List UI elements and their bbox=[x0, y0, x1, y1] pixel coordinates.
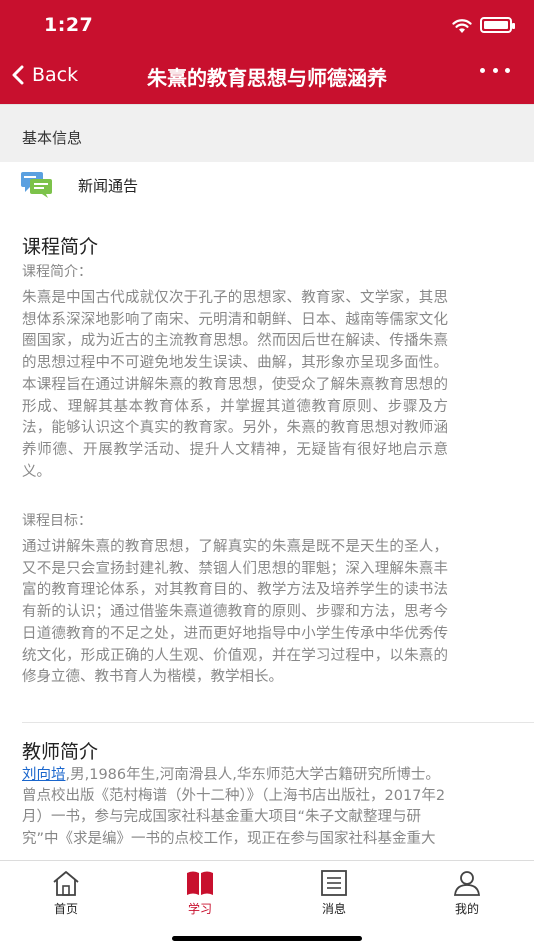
tab-study-label: 学习 bbox=[187, 902, 212, 916]
top-bar: 1:27 Back 朱熹的教育思想与师德涵养 bbox=[0, 0, 534, 104]
more-dot-icon bbox=[505, 68, 510, 73]
more-dot-icon bbox=[492, 68, 498, 73]
course-intro-subtitle: 课程简介： bbox=[22, 264, 92, 280]
tab-profile[interactable]: 我的 bbox=[427, 869, 507, 917]
profile-icon bbox=[454, 871, 480, 896]
content-area[interactable]: 基本信息 新闻通告 课程简介 课程简介： 朱熹是中国古代成就仅次于孔子的思想家、… bbox=[0, 104, 534, 860]
teacher-name-link[interactable]: 刘向培 bbox=[22, 767, 66, 783]
tab-messages-label: 消息 bbox=[321, 902, 346, 916]
course-intro-heading: 课程简介 bbox=[22, 236, 99, 258]
chat-bubbles-icon bbox=[21, 172, 52, 198]
tab-messages[interactable]: 消息 bbox=[294, 869, 374, 917]
news-row[interactable]: 新闻通告 bbox=[0, 162, 534, 210]
course-goal-text: 通过讲解朱熹的教育思想，了解真实的朱熹是既不是天生的圣人，又不是只会宣扬封建礼教… bbox=[22, 539, 448, 686]
course-goal-subtitle: 课程目标： bbox=[22, 513, 92, 529]
status-time: 1:27 bbox=[44, 14, 94, 36]
tab-study[interactable]: 学习 bbox=[160, 869, 240, 917]
status-bar: 1:27 bbox=[0, 0, 534, 50]
tab-home-label: 首页 bbox=[53, 902, 78, 916]
basic-info-header: 基本信息 bbox=[0, 104, 534, 162]
message-icon bbox=[321, 870, 347, 896]
course-intro-text: 朱熹是中国古代成就仅次于孔子的思想家、教育家、文学家，其思想体系深深地影响了南宋… bbox=[22, 290, 448, 480]
page-title: 朱熹的教育思想与师德涵养 bbox=[147, 66, 387, 90]
more-options-button[interactable] bbox=[480, 68, 510, 78]
basic-info-label: 基本信息 bbox=[22, 129, 83, 147]
book-icon bbox=[187, 871, 213, 895]
home-indicator[interactable] bbox=[172, 936, 362, 941]
section-divider bbox=[22, 722, 534, 723]
news-label: 新闻通告 bbox=[78, 177, 139, 195]
tab-home[interactable]: 首页 bbox=[26, 869, 106, 917]
tab-profile-label: 我的 bbox=[454, 902, 479, 916]
nav-bar: Back 朱熹的教育思想与师德涵养 bbox=[0, 50, 534, 104]
battery-icon bbox=[480, 17, 515, 33]
teacher-intro-text: 刘向培,男,1986年生,河南滑县人,华东师范大学古籍研究所博士。曾点校出版《范… bbox=[22, 765, 452, 850]
wifi-icon bbox=[452, 19, 472, 33]
more-dot-icon bbox=[480, 68, 485, 73]
teacher-bio: ,男,1986年生,河南滑县人,华东师范大学古籍研究所博士。曾点校出版《范村梅谱… bbox=[22, 767, 446, 847]
home-icon bbox=[53, 871, 79, 896]
teacher-intro-heading: 教师简介 bbox=[22, 741, 99, 763]
